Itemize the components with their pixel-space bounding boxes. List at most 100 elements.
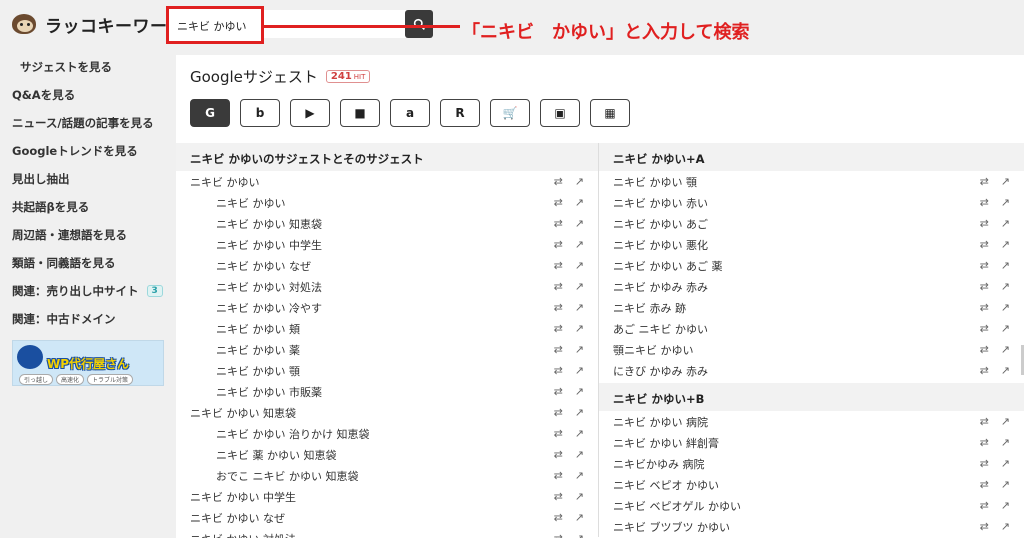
list-item[interactable]: ニキビ ベピオ かゆい ⇄ ↗: [599, 474, 1024, 495]
list-item[interactable]: ニキビ ベピオゲル かゆい ⇄ ↗: [599, 495, 1024, 516]
search-field-extension[interactable]: [264, 10, 406, 38]
copy-icon[interactable]: ⇄: [980, 238, 989, 251]
copy-icon[interactable]: ⇄: [980, 175, 989, 188]
sidebar-item-news[interactable]: ニュース/話題の記事を見る: [12, 115, 154, 131]
grid-engine-button[interactable]: ▦: [590, 99, 630, 127]
copy-icon[interactable]: ⇄: [554, 511, 563, 524]
list-item[interactable]: 顎ニキビ かゆい ⇄ ↗: [599, 339, 1024, 360]
list-item[interactable]: ニキビ かゆみ 赤み ⇄ ↗: [599, 276, 1024, 297]
search-input[interactable]: [177, 17, 257, 35]
list-item[interactable]: ニキビ かゆい 対処法⇄ ↗: [176, 528, 598, 538]
copy-icon[interactable]: ⇄: [980, 478, 989, 491]
external-link-icon[interactable]: ↗: [1001, 364, 1010, 377]
list-item[interactable]: ニキビ かゆい 頬 ⇄ ↗: [176, 318, 598, 339]
copy-icon[interactable]: ⇄: [980, 364, 989, 377]
list-item[interactable]: ニキビ かゆい 中学生 ⇄ ↗: [176, 486, 598, 507]
bing-engine-button[interactable]: b: [240, 99, 280, 127]
copy-icon[interactable]: ⇄: [980, 280, 989, 293]
external-link-icon[interactable]: ↗: [1001, 415, 1010, 428]
external-link-icon[interactable]: ↗: [575, 217, 584, 230]
external-link-icon[interactable]: ↗: [575, 532, 584, 538]
shopping-cart-engine-button[interactable]: 🛒: [490, 99, 530, 127]
image-engine-button[interactable]: ▣: [540, 99, 580, 127]
external-link-icon[interactable]: ↗: [575, 364, 584, 377]
search-button[interactable]: [405, 10, 433, 38]
list-item[interactable]: ニキビ かゆい なぜ ⇄ ↗: [176, 255, 598, 276]
list-item[interactable]: ニキビ かゆい なぜ ⇄ ↗: [176, 507, 598, 528]
list-item[interactable]: ニキビ 薬 かゆい 知恵袋 ⇄ ↗: [176, 444, 598, 465]
google-engine-button[interactable]: G: [190, 99, 230, 127]
copy-icon[interactable]: ⇄: [554, 490, 563, 503]
external-link-icon[interactable]: ↗: [1001, 343, 1010, 356]
list-item[interactable]: ニキビ かゆい 中学生 ⇄ ↗: [176, 234, 598, 255]
list-item[interactable]: ニキビ かゆい あご 薬 ⇄ ↗: [599, 255, 1024, 276]
external-link-icon[interactable]: ↗: [1001, 457, 1010, 470]
copy-icon[interactable]: ⇄: [980, 415, 989, 428]
copy-icon[interactable]: ⇄: [554, 301, 563, 314]
copy-icon[interactable]: ⇄: [554, 427, 563, 440]
copy-icon[interactable]: ⇄: [554, 406, 563, 419]
copy-icon[interactable]: ⇄: [980, 196, 989, 209]
list-item[interactable]: ニキビ かゆい 治りかけ 知恵袋 ⇄ ↗: [176, 423, 598, 444]
external-link-icon[interactable]: ↗: [575, 511, 584, 524]
list-item[interactable]: ニキビ かゆい 絆創膏 ⇄ ↗: [599, 432, 1024, 453]
list-item[interactable]: ニキビ かゆい ⇄ ↗: [176, 192, 598, 213]
copy-icon[interactable]: ⇄: [980, 217, 989, 230]
sidebar-item-headings[interactable]: 見出し抽出: [12, 171, 70, 187]
amazon-engine-button[interactable]: a: [390, 99, 430, 127]
copy-icon[interactable]: ⇄: [980, 259, 989, 272]
external-link-icon[interactable]: ↗: [1001, 238, 1010, 251]
external-link-icon[interactable]: ↗: [575, 175, 584, 188]
list-item[interactable]: ニキビ かゆい 市販薬 ⇄ ↗: [176, 381, 598, 402]
logo[interactable]: ラッコキーワード: [10, 10, 185, 38]
wp-banner[interactable]: WP代行屋さん 引っ越し 高速化 トラブル対策: [12, 340, 164, 386]
copy-icon[interactable]: ⇄: [554, 217, 563, 230]
list-item[interactable]: ニキビ かゆい 顎 ⇄ ↗: [599, 171, 1024, 192]
copy-icon[interactable]: ⇄: [554, 280, 563, 293]
external-link-icon[interactable]: ↗: [575, 427, 584, 440]
external-link-icon[interactable]: ↗: [1001, 322, 1010, 335]
list-item[interactable]: ニキビ かゆい 悪化 ⇄ ↗: [599, 234, 1024, 255]
list-item[interactable]: ニキビ かゆい あご ⇄ ↗: [599, 213, 1024, 234]
copy-icon[interactable]: ⇄: [554, 532, 563, 538]
copy-icon[interactable]: ⇄: [980, 457, 989, 470]
external-link-icon[interactable]: ↗: [575, 490, 584, 503]
external-link-icon[interactable]: ↗: [575, 301, 584, 314]
sidebar-item-google-trends[interactable]: Googleトレンドを見る: [12, 143, 138, 159]
external-link-icon[interactable]: ↗: [1001, 259, 1010, 272]
copy-icon[interactable]: ⇄: [554, 175, 563, 188]
video-engine-button[interactable]: ■: [340, 99, 380, 127]
external-link-icon[interactable]: ↗: [575, 238, 584, 251]
sidebar-item-sites-for-sale[interactable]: 関連：売り出し中サイト 3: [12, 283, 163, 299]
copy-icon[interactable]: ⇄: [980, 322, 989, 335]
list-item[interactable]: ニキビ かゆい 知恵袋 ⇄ ↗: [176, 402, 598, 423]
sidebar-item-suggest[interactable]: サジェストを見る: [20, 59, 112, 75]
sidebar-item-qa[interactable]: Q&Aを見る: [12, 87, 75, 103]
external-link-icon[interactable]: ↗: [575, 343, 584, 356]
external-link-icon[interactable]: ↗: [1001, 436, 1010, 449]
external-link-icon[interactable]: ↗: [1001, 520, 1010, 533]
external-link-icon[interactable]: ↗: [1001, 196, 1010, 209]
list-item[interactable]: ニキビ かゆい 赤い ⇄ ↗: [599, 192, 1024, 213]
external-link-icon[interactable]: ↗: [1001, 217, 1010, 230]
list-item[interactable]: ニキビ かゆい 病院 ⇄ ↗: [599, 411, 1024, 432]
list-item[interactable]: にきび かゆみ 赤み ⇄ ↗: [599, 360, 1024, 381]
external-link-icon[interactable]: ↗: [575, 406, 584, 419]
copy-icon[interactable]: ⇄: [554, 385, 563, 398]
copy-icon[interactable]: ⇄: [980, 343, 989, 356]
sidebar-item-cooccurrence[interactable]: 共起語βを見る: [12, 199, 89, 215]
youtube-engine-button[interactable]: ▶: [290, 99, 330, 127]
external-link-icon[interactable]: ↗: [1001, 280, 1010, 293]
copy-icon[interactable]: ⇄: [554, 196, 563, 209]
list-item[interactable]: おでこ ニキビ かゆい 知恵袋 ⇄ ↗: [176, 465, 598, 486]
list-item[interactable]: あご ニキビ かゆい ⇄ ↗: [599, 318, 1024, 339]
list-item[interactable]: ニキビ かゆい ⇄ ↗: [176, 171, 598, 192]
external-link-icon[interactable]: ↗: [1001, 175, 1010, 188]
external-link-icon[interactable]: ↗: [575, 469, 584, 482]
external-link-icon[interactable]: ↗: [575, 196, 584, 209]
external-link-icon[interactable]: ↗: [1001, 499, 1010, 512]
external-link-icon[interactable]: ↗: [575, 280, 584, 293]
list-item[interactable]: ニキビ かゆい 顎 ⇄ ↗: [176, 360, 598, 381]
list-item[interactable]: ニキビ ブツブツ かゆい ⇄ ↗: [599, 516, 1024, 537]
copy-icon[interactable]: ⇄: [554, 238, 563, 251]
